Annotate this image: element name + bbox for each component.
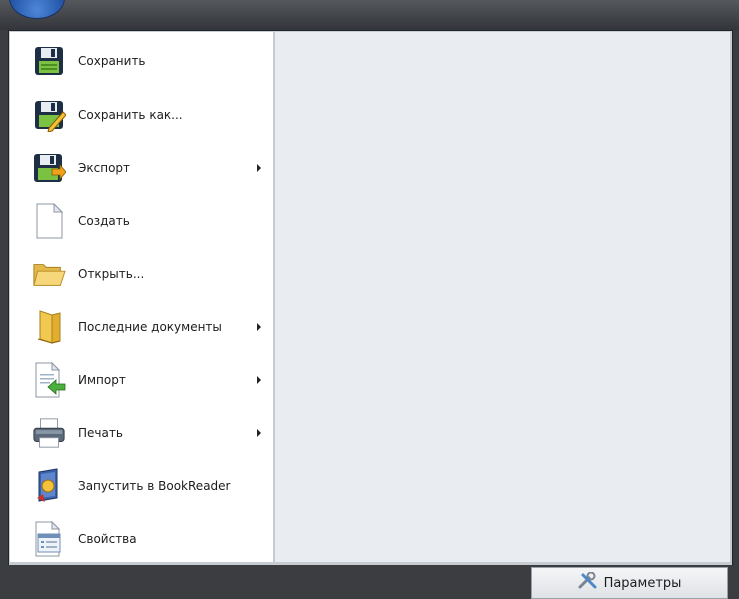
menu-item-label: Сохранить — [78, 54, 146, 68]
open-folder-icon — [32, 256, 66, 292]
recent-documents-icon — [32, 309, 66, 345]
menu-item-print[interactable]: Печать — [10, 408, 273, 458]
title-bar — [0, 0, 739, 30]
menu-commands-panel: Сохранить Сохранить как... Экспорт Созда… — [10, 32, 273, 562]
submenu-arrow-icon — [257, 323, 261, 331]
menu-item-label: Свойства — [78, 532, 137, 546]
export-icon — [32, 150, 66, 186]
save-icon — [32, 43, 66, 79]
menu-item-import[interactable]: Импорт — [10, 355, 273, 405]
options-button[interactable]: Параметры — [531, 567, 728, 599]
menu-item-label: Импорт — [78, 373, 126, 387]
menu-item-open[interactable]: Открыть... — [10, 249, 273, 299]
menu-item-properties[interactable]: Свойства — [10, 514, 273, 564]
save-as-icon — [32, 97, 66, 133]
menu-item-label: Печать — [78, 426, 123, 440]
menu-item-recent-documents[interactable]: Последние документы — [10, 302, 273, 352]
menu-item-label: Запустить в BookReader — [78, 479, 231, 493]
submenu-arrow-icon — [257, 164, 261, 172]
submenu-arrow-icon — [257, 429, 261, 437]
menu-item-label: Открыть... — [78, 267, 145, 281]
menu-item-save-as[interactable]: Сохранить как... — [10, 90, 273, 140]
new-document-icon — [32, 203, 66, 239]
menu-item-new[interactable]: Создать — [10, 196, 273, 246]
menu-item-export[interactable]: Экспорт — [10, 143, 273, 193]
import-icon — [32, 362, 66, 398]
submenu-arrow-icon — [257, 376, 261, 384]
recent-documents-panel — [274, 32, 730, 562]
bookreader-icon — [32, 468, 66, 504]
tools-icon — [578, 571, 598, 594]
menu-item-label: Сохранить как... — [78, 108, 183, 122]
menu-item-label: Последние документы — [78, 320, 222, 334]
menu-item-label: Экспорт — [78, 161, 131, 175]
properties-icon — [32, 521, 66, 557]
menu-item-run-bookreader[interactable]: Запустить в BookReader — [10, 461, 273, 511]
menu-item-save[interactable]: Сохранить — [10, 36, 273, 86]
printer-icon — [32, 415, 66, 451]
menu-item-label: Создать — [78, 214, 130, 228]
options-button-label: Параметры — [603, 575, 682, 591]
